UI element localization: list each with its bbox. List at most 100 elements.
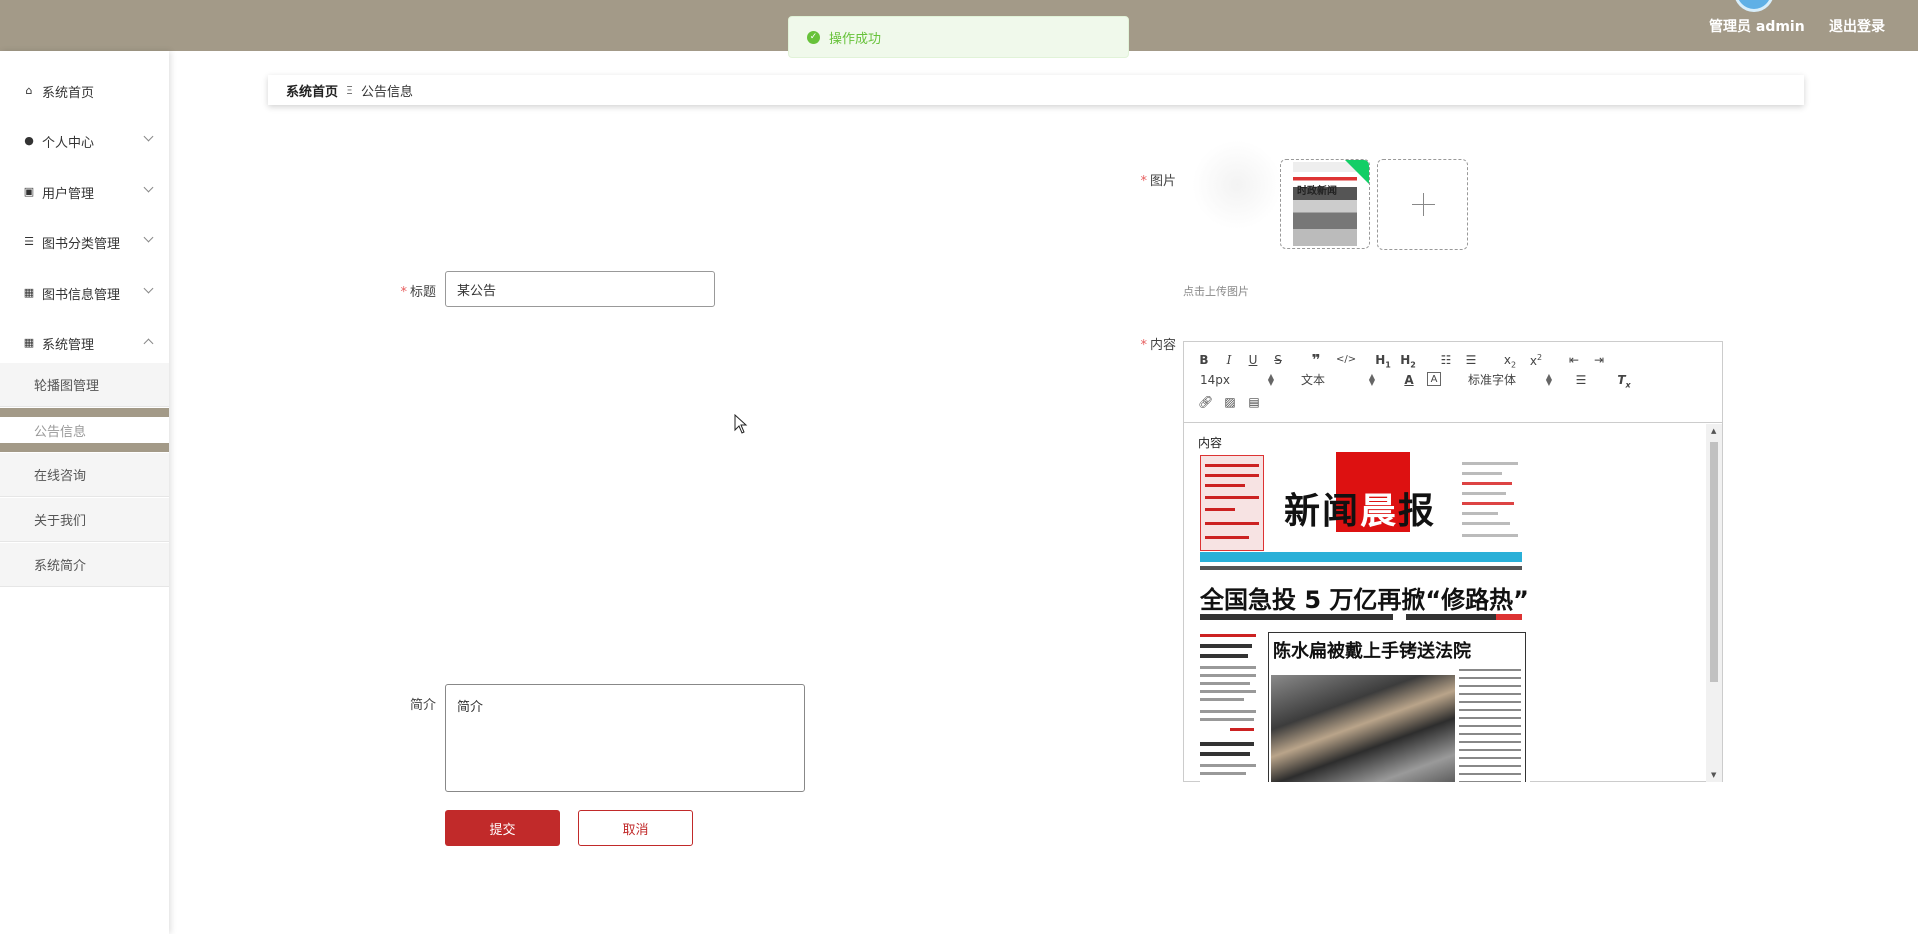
sidebar-item-users[interactable]: ▣ 用户管理: [0, 180, 169, 204]
breadcrumb-home[interactable]: 系统首页: [286, 81, 338, 100]
upload-success-corner-icon: [1344, 160, 1369, 185]
required-mark: *: [1140, 338, 1147, 353]
header-select-value: 文本: [1301, 373, 1326, 387]
font-size-select[interactable]: 14px ▲ ▼: [1200, 372, 1274, 388]
sidebar-item-label: 用户管理: [42, 186, 95, 202]
add-image-button[interactable]: [1377, 159, 1468, 250]
breadcrumb-current: 公告信息: [360, 84, 413, 100]
sidebar-subitem-intro[interactable]: 系统简介: [0, 543, 169, 587]
sidebar-subitem-notice[interactable]: 公告信息: [0, 408, 169, 452]
sidebar: ⌂ 系统首页 ● 个人中心 ▣ 用户管理 ☰ 图书分类管理 ▦ 图书信息管理 ▦…: [0, 51, 169, 934]
summary-textarea[interactable]: 简介: [445, 684, 805, 792]
newspaper-ad-block: [1200, 455, 1264, 551]
newspaper-feature-box: 陈水扁被戴上手铐送法院: [1268, 632, 1526, 782]
masthead-left: 新闻: [1284, 490, 1361, 532]
user-icon: ●: [24, 134, 34, 147]
image-label: * 图片: [1130, 170, 1176, 189]
select-arrows-icon: ▲ ▼: [1267, 372, 1274, 387]
uploaded-image-thumbnail[interactable]: 时政新闻: [1280, 159, 1370, 249]
underline-icon[interactable]: U: [1247, 352, 1259, 368]
bullet-list-icon[interactable]: ☰: [1463, 352, 1479, 368]
success-toast: ✓ 操作成功: [788, 16, 1129, 58]
chevron-down-icon: [143, 283, 154, 294]
sidebar-subitem-carousel[interactable]: 轮播图管理: [0, 363, 169, 407]
breadcrumb: 系统首页 Ξ 公告信息: [268, 75, 1804, 105]
logout-link[interactable]: 退出登录: [1829, 16, 1885, 36]
newspaper-info-column: [1462, 458, 1526, 546]
list-icon: ☰: [24, 235, 34, 248]
submit-button[interactable]: 提交: [445, 810, 560, 846]
masthead-right: 报: [1398, 490, 1437, 532]
sidebar-item-book-category[interactable]: ☰ 图书分类管理: [0, 230, 169, 254]
sidebar-item-label: 图书分类管理: [42, 236, 121, 252]
background-color-icon[interactable]: A: [1427, 372, 1441, 386]
heading-1-icon[interactable]: H1: [1374, 352, 1392, 369]
blockquote-icon[interactable]: ❞: [1309, 352, 1323, 368]
sidebar-item-label: 个人中心: [42, 135, 95, 151]
outdent-icon[interactable]: ⇤: [1566, 352, 1582, 368]
title-input[interactable]: [445, 271, 715, 307]
heading-2-icon[interactable]: H2: [1399, 352, 1417, 369]
align-icon[interactable]: ☰: [1574, 372, 1588, 388]
avatar[interactable]: [1734, 0, 1774, 12]
indent-icon[interactable]: ⇥: [1591, 352, 1607, 368]
mouse-cursor-icon: [734, 414, 748, 434]
grid-icon: ▦: [23, 286, 35, 299]
link-icon[interactable]: 🔗︎: [1198, 394, 1213, 410]
sidebar-subitem-label: 轮播图管理: [34, 379, 100, 394]
newspaper-feature-text: [1459, 667, 1523, 782]
editor-scrollbar[interactable]: ▲ ▼: [1706, 424, 1722, 782]
content-label: * 内容: [1130, 334, 1176, 353]
font-color-icon[interactable]: A: [1402, 372, 1416, 388]
chevron-down-icon: [143, 232, 154, 243]
code-block-icon[interactable]: </>: [1336, 352, 1356, 368]
chevron-up-icon: [143, 338, 154, 349]
sidebar-item-label: 系统管理: [42, 337, 95, 353]
newspaper-side-column: [1200, 632, 1258, 782]
clipboard-icon: ▣: [23, 185, 35, 198]
editor-toolbar: B I U S ❞ </> H1 H2 ☷ ☰ x2 x2 ⇤ ⇥ 14px ▲…: [1184, 342, 1722, 423]
summary-label-text: 简介: [409, 698, 436, 713]
bold-icon[interactable]: B: [1198, 352, 1210, 368]
image-icon[interactable]: ▨: [1223, 394, 1237, 410]
subscript-icon[interactable]: x2: [1502, 352, 1518, 369]
sidebar-item-home[interactable]: ⌂ 系统首页: [0, 79, 169, 103]
ordered-list-icon[interactable]: ☷: [1438, 352, 1454, 368]
scrollbar-thumb[interactable]: [1710, 442, 1718, 682]
newspaper-index-strip: [1200, 566, 1522, 570]
cancel-button[interactable]: 取消: [578, 810, 693, 846]
summary-label: 简介: [396, 694, 436, 713]
sidebar-item-book-info[interactable]: ▦ 图书信息管理: [0, 281, 169, 305]
italic-icon[interactable]: I: [1223, 352, 1235, 368]
font-family-value: 标准字体: [1468, 373, 1517, 387]
sidebar-item-profile[interactable]: ● 个人中心: [0, 129, 169, 153]
editor-content-area[interactable]: 内容 新闻晨报 全国急投 5 万亿再掀“修路热” 陈水扁被戴上手铐送法院: [1184, 424, 1706, 782]
user-label: 管理员 admin: [1709, 19, 1805, 35]
editor-content-text: 内容: [1198, 436, 1223, 450]
scroll-up-icon[interactable]: ▲: [1711, 427, 1716, 435]
strikethrough-icon[interactable]: S: [1272, 352, 1284, 368]
font-family-select[interactable]: 标准字体 ▲ ▼: [1468, 372, 1552, 388]
chevron-down-icon: [143, 131, 154, 142]
rich-text-editor: B I U S ❞ </> H1 H2 ☷ ☰ x2 x2 ⇤ ⇥ 14px ▲…: [1183, 341, 1723, 782]
scroll-down-icon[interactable]: ▼: [1711, 771, 1716, 779]
sidebar-subitem-consult[interactable]: 在线咨询: [0, 453, 169, 497]
sidebar-subitem-about[interactable]: 关于我们: [0, 498, 169, 542]
newspaper-subhead-strip: [1200, 614, 1522, 620]
title-label-text: 标题: [409, 285, 436, 300]
breadcrumb-separator-icon: Ξ: [346, 83, 353, 97]
video-icon[interactable]: ▤: [1247, 394, 1261, 410]
newspaper-band: [1200, 552, 1522, 562]
clear-format-icon[interactable]: Tx: [1616, 372, 1632, 389]
superscript-icon[interactable]: x2: [1528, 350, 1544, 368]
sidebar-item-label: 图书信息管理: [42, 287, 121, 303]
sidebar-subitem-label: 公告信息: [34, 424, 87, 440]
sidebar-subitem-label: 关于我们: [34, 514, 87, 529]
title-label: * 标题: [396, 281, 436, 300]
header-select[interactable]: 文本 ▲ ▼: [1301, 372, 1375, 388]
sidebar-item-system[interactable]: ▦ 系统管理: [0, 331, 169, 355]
upload-hint: 点击上传图片: [1183, 285, 1249, 298]
required-mark: *: [400, 285, 407, 300]
required-mark: *: [1140, 174, 1147, 189]
newspaper-image: 新闻晨报 全国急投 5 万亿再掀“修路热” 陈水扁被戴上手铐送法院: [1200, 452, 1530, 782]
